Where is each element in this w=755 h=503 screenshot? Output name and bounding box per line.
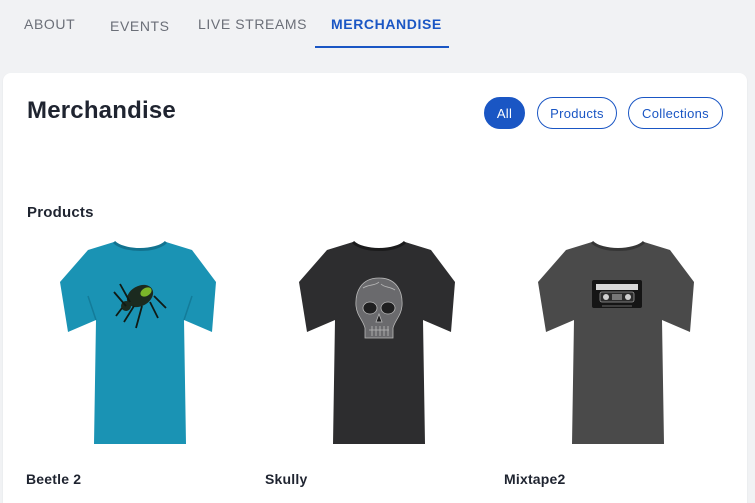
filter-all-button[interactable]: All [484, 97, 525, 129]
filter-products-button[interactable]: Products [537, 97, 617, 129]
tshirt-image [60, 240, 216, 444]
product-name: Beetle 2 [26, 471, 82, 487]
tab-about[interactable]: ABOUT [24, 16, 75, 32]
tab-live-streams[interactable]: LIVE STREAMS [198, 16, 307, 32]
tshirt-image [538, 240, 694, 444]
product-card-skully[interactable]: Skully [265, 236, 493, 496]
filter-collections-button[interactable]: Collections [628, 97, 723, 129]
products-section-title: Products [27, 204, 94, 221]
tab-events[interactable]: EVENTS [110, 18, 170, 34]
page-title: Merchandise [27, 97, 176, 124]
product-card-mixtape2[interactable]: Mixtape2 [504, 236, 732, 496]
cassette-icon [592, 280, 642, 308]
tshirt-image [299, 240, 455, 444]
product-name: Mixtape2 [504, 471, 566, 487]
active-tab-indicator [315, 46, 449, 48]
tab-merchandise[interactable]: MERCHANDISE [331, 16, 442, 32]
merchandise-card: Merchandise All Products Collections Pro… [3, 73, 747, 503]
product-card-beetle-2[interactable]: Beetle 2 [26, 236, 254, 496]
product-name: Skully [265, 471, 308, 487]
top-nav-tabs: ABOUT EVENTS LIVE STREAMS MERCHANDISE [0, 0, 755, 60]
